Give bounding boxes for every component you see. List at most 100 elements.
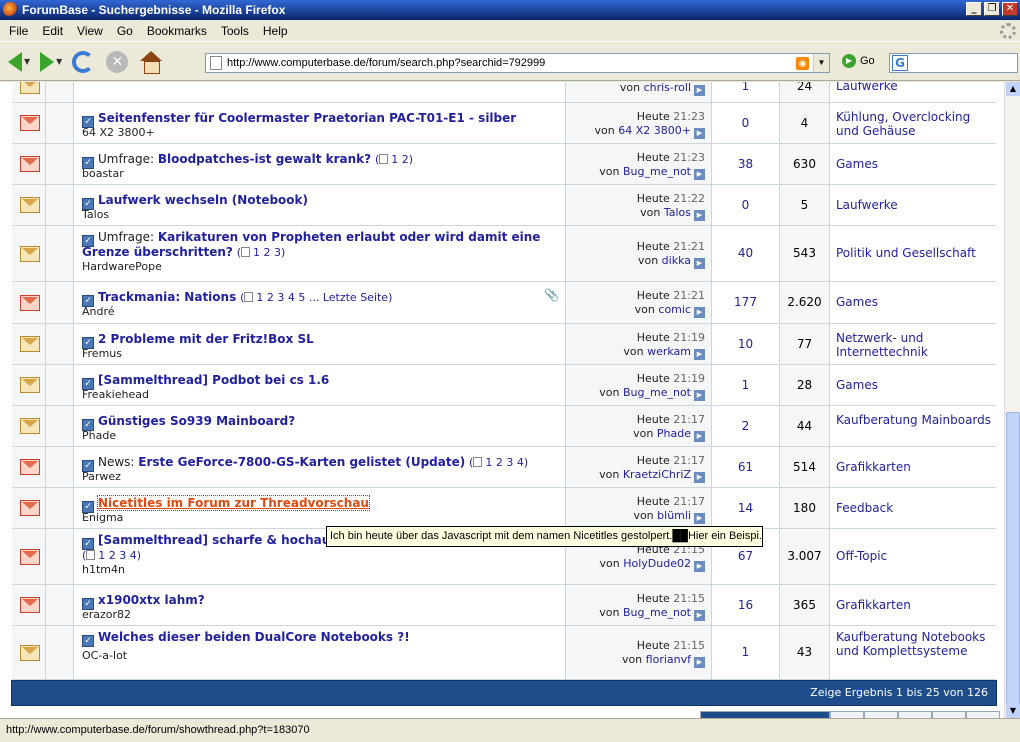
- page-numbers[interactable]: 1 2 3 4: [98, 549, 136, 562]
- page-link[interactable]: [966, 711, 1000, 718]
- forum-link[interactable]: Grafikkarten: [836, 598, 992, 612]
- reply-count[interactable]: 61: [712, 460, 779, 474]
- thread-title-link[interactable]: Günstiges So939 Mainboard?: [98, 414, 295, 428]
- home-button[interactable]: [140, 48, 163, 76]
- page-links[interactable]: (1 2 3 4): [469, 456, 528, 469]
- reply-count[interactable]: 67: [712, 549, 779, 563]
- go-to-last-post-icon[interactable]: ▶: [694, 258, 705, 269]
- url-dropdown-button[interactable]: ▼: [813, 54, 829, 72]
- last-poster-link[interactable]: KraetziChriZ: [623, 468, 691, 481]
- last-poster-link[interactable]: florianvf: [646, 653, 691, 666]
- checkbox-icon[interactable]: ✓: [82, 635, 94, 647]
- thread-title-link[interactable]: Erste GeForce-7800-GS-Karten gelistet (U…: [138, 455, 465, 469]
- page-link[interactable]: [898, 711, 932, 718]
- search-engine-icon[interactable]: G: [892, 55, 908, 71]
- last-poster-link[interactable]: chris-roll: [644, 82, 691, 94]
- forum-link[interactable]: Feedback: [836, 501, 992, 515]
- forum-link[interactable]: Laufwerke: [836, 198, 992, 212]
- thread-title-link[interactable]: x1900xtx lahm?: [98, 593, 205, 607]
- page-numbers[interactable]: 1 2 3: [253, 246, 281, 259]
- stop-button[interactable]: ✕: [106, 48, 129, 76]
- menu-help[interactable]: Help: [256, 24, 295, 38]
- address-bar[interactable]: http://www.computerbase.de/forum/search.…: [205, 53, 830, 73]
- go-to-last-post-icon[interactable]: ▶: [694, 610, 705, 621]
- page-links[interactable]: (1 2 3): [237, 246, 286, 259]
- thread-title-link-cont[interactable]: Grenze überschritten?: [82, 245, 233, 259]
- forward-button[interactable]: ▼: [40, 48, 62, 76]
- last-poster-link[interactable]: comic: [658, 303, 691, 316]
- last-poster-link[interactable]: Bug_me_not: [623, 386, 691, 399]
- reply-count[interactable]: 0: [712, 116, 779, 130]
- thread-title-link[interactable]: Bloodpatches-ist gewalt krank?: [158, 152, 371, 166]
- reply-count[interactable]: 2: [712, 419, 779, 433]
- maximize-button[interactable]: ❐: [984, 2, 1000, 16]
- page-link[interactable]: [700, 711, 830, 718]
- thread-title-link[interactable]: [Sammelthread] Podbot bei cs 1.6: [98, 373, 329, 387]
- forum-link[interactable]: Politik und Gesellschaft: [836, 246, 992, 260]
- page-link[interactable]: [830, 711, 864, 718]
- go-to-last-post-icon[interactable]: ▶: [694, 472, 705, 483]
- thread-title-link[interactable]: Nicetitles im Forum zur Threadvorschau: [97, 495, 370, 511]
- go-to-last-post-icon[interactable]: ▶: [694, 431, 705, 442]
- reply-count[interactable]: 38: [712, 157, 779, 171]
- reply-count[interactable]: 177: [712, 295, 779, 309]
- reply-count[interactable]: 16: [712, 598, 779, 612]
- page-links[interactable]: (1 2 3 4 5 ... Letzte Seite): [240, 291, 392, 304]
- forum-link[interactable]: Kaufberatung Notebooks und Komplettsyste…: [836, 630, 992, 658]
- chevron-down-icon[interactable]: ▼: [24, 57, 30, 66]
- page-numbers[interactable]: 1 2 3 4: [485, 456, 523, 469]
- page-link[interactable]: [932, 711, 966, 718]
- close-button[interactable]: ✕: [1002, 2, 1018, 16]
- last-poster-link[interactable]: blümli: [657, 509, 691, 522]
- last-poster-link[interactable]: Bug_me_not: [623, 165, 691, 178]
- reply-count[interactable]: 0: [712, 198, 779, 212]
- url-text[interactable]: http://www.computerbase.de/forum/search.…: [227, 57, 796, 69]
- forum-link[interactable]: Off-Topic: [836, 549, 992, 563]
- page-numbers[interactable]: 1 2: [391, 153, 409, 166]
- last-poster-link[interactable]: werkam: [647, 345, 691, 358]
- menu-file[interactable]: File: [2, 24, 35, 38]
- last-poster-link[interactable]: HolyDude02: [623, 557, 691, 570]
- rss-feed-icon[interactable]: ◉: [796, 56, 809, 70]
- scroll-down-button[interactable]: ▼: [1006, 704, 1020, 718]
- chevron-down-icon[interactable]: ▼: [56, 57, 62, 66]
- reply-count[interactable]: 1: [712, 82, 779, 93]
- page-numbers[interactable]: 1 2 3 4 5 ... Letzte Seite: [256, 291, 388, 304]
- thread-title-link[interactable]: Trackmania: Nations: [98, 290, 236, 304]
- last-poster-link[interactable]: dikka: [662, 254, 691, 267]
- scroll-up-button[interactable]: ▲: [1006, 82, 1020, 96]
- go-to-last-post-icon[interactable]: ▶: [694, 349, 705, 360]
- forum-link[interactable]: Games: [836, 295, 992, 309]
- page-links[interactable]: (1 2 3 4): [82, 549, 141, 562]
- last-poster-link[interactable]: 64 X2 3800+: [618, 124, 691, 137]
- forum-link[interactable]: Laufwerke: [836, 82, 992, 93]
- search-input[interactable]: G: [889, 53, 1018, 73]
- go-button[interactable]: ▶ Go: [842, 54, 875, 68]
- reply-count[interactable]: 1: [712, 645, 779, 659]
- menu-tools[interactable]: Tools: [214, 24, 256, 38]
- go-to-last-post-icon[interactable]: ▶: [694, 307, 705, 318]
- thread-title-link[interactable]: Karikaturen von Propheten erlaubt oder w…: [158, 230, 541, 244]
- go-to-last-post-icon[interactable]: ▶: [694, 657, 705, 668]
- forum-link[interactable]: Kühlung, Overclocking und Gehäuse: [836, 110, 992, 138]
- page-link[interactable]: [864, 711, 898, 718]
- thread-title-link[interactable]: Seitenfenster für Coolermaster Praetoria…: [98, 111, 516, 125]
- forum-link[interactable]: Netzwerk- und Internettechnik: [836, 331, 992, 359]
- go-to-last-post-icon[interactable]: ▶: [694, 128, 705, 139]
- forum-link[interactable]: Grafikkarten: [836, 460, 992, 474]
- reply-count[interactable]: 1: [712, 378, 779, 392]
- go-to-last-post-icon[interactable]: ▶: [694, 513, 705, 524]
- go-to-last-post-icon[interactable]: ▶: [694, 210, 705, 221]
- minimize-button[interactable]: _: [966, 2, 982, 16]
- vertical-scrollbar[interactable]: ▲ ▼: [1004, 82, 1020, 722]
- back-button[interactable]: ▼: [8, 48, 30, 76]
- thread-title-link[interactable]: Welches dieser beiden DualCore Notebooks…: [98, 630, 410, 644]
- reply-count[interactable]: 10: [712, 337, 779, 351]
- menu-edit[interactable]: Edit: [35, 24, 70, 38]
- forum-link[interactable]: Kaufberatung Mainboards: [836, 413, 992, 427]
- thread-title-link[interactable]: 2 Probleme mit der Fritz!Box SL: [98, 332, 314, 346]
- forum-link[interactable]: Games: [836, 378, 992, 392]
- last-poster-link[interactable]: Bug_me_not: [623, 606, 691, 619]
- menu-view[interactable]: View: [70, 24, 110, 38]
- thread-title-link[interactable]: Laufwerk wechseln (Notebook): [98, 193, 308, 207]
